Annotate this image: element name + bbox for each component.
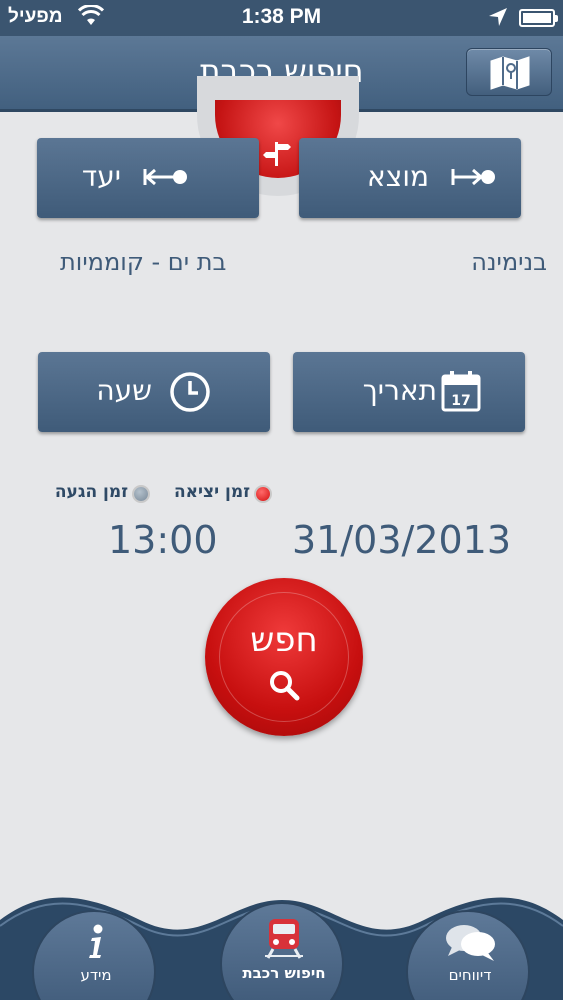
- clock-icon: [170, 372, 210, 412]
- departure-option-label: זמן יציאה: [173, 482, 250, 502]
- search-label: חפש: [250, 620, 318, 660]
- location-arrow-icon: [489, 8, 507, 26]
- tab-train-label: חיפוש רכבת: [242, 964, 326, 982]
- info-icon: [89, 924, 103, 958]
- map-button[interactable]: [466, 48, 552, 96]
- selected-date: 31/03/2013: [292, 518, 512, 562]
- selected-time: 13:00: [108, 518, 218, 562]
- calendar-icon: 17: [441, 371, 481, 412]
- tab-bar: מידע חיפוש רכבת דיווחים: [0, 880, 563, 1000]
- signpost-icon: [263, 142, 291, 166]
- origin-button[interactable]: מוצא: [299, 138, 521, 218]
- route-end-icon: [143, 168, 187, 186]
- date-label: תאריך: [362, 374, 437, 407]
- battery-icon: [519, 9, 558, 27]
- arrival-option-label: זמן הגעה: [54, 482, 128, 502]
- search-button[interactable]: חפש: [205, 578, 363, 736]
- map-icon: [490, 56, 530, 90]
- clock: 1:38 PM: [241, 5, 322, 28]
- status-bar: מפעיל 1:38 PM: [0, 0, 563, 36]
- magnifier-icon: [270, 671, 300, 701]
- radio-selected-icon: [256, 487, 270, 501]
- origin-label: מוצא: [367, 160, 429, 193]
- destination-station[interactable]: בת ים - קוממיות: [60, 248, 226, 276]
- train-icon: [265, 919, 303, 959]
- chat-bubbles-icon: [446, 925, 495, 961]
- time-button[interactable]: שעה: [38, 352, 270, 432]
- route-start-icon: [451, 168, 495, 186]
- origin-station[interactable]: בנימינה: [471, 248, 547, 276]
- calendar-day: 17: [451, 393, 470, 409]
- date-button[interactable]: תאריך 17: [293, 352, 525, 432]
- destination-button[interactable]: יעד: [37, 138, 259, 218]
- tab-info-label: מידע: [80, 966, 112, 984]
- tab-reports-label: דיווחים: [448, 966, 492, 984]
- destination-label: יעד: [81, 160, 121, 193]
- time-label: שעה: [96, 374, 152, 407]
- radio-unselected-icon: [134, 487, 148, 501]
